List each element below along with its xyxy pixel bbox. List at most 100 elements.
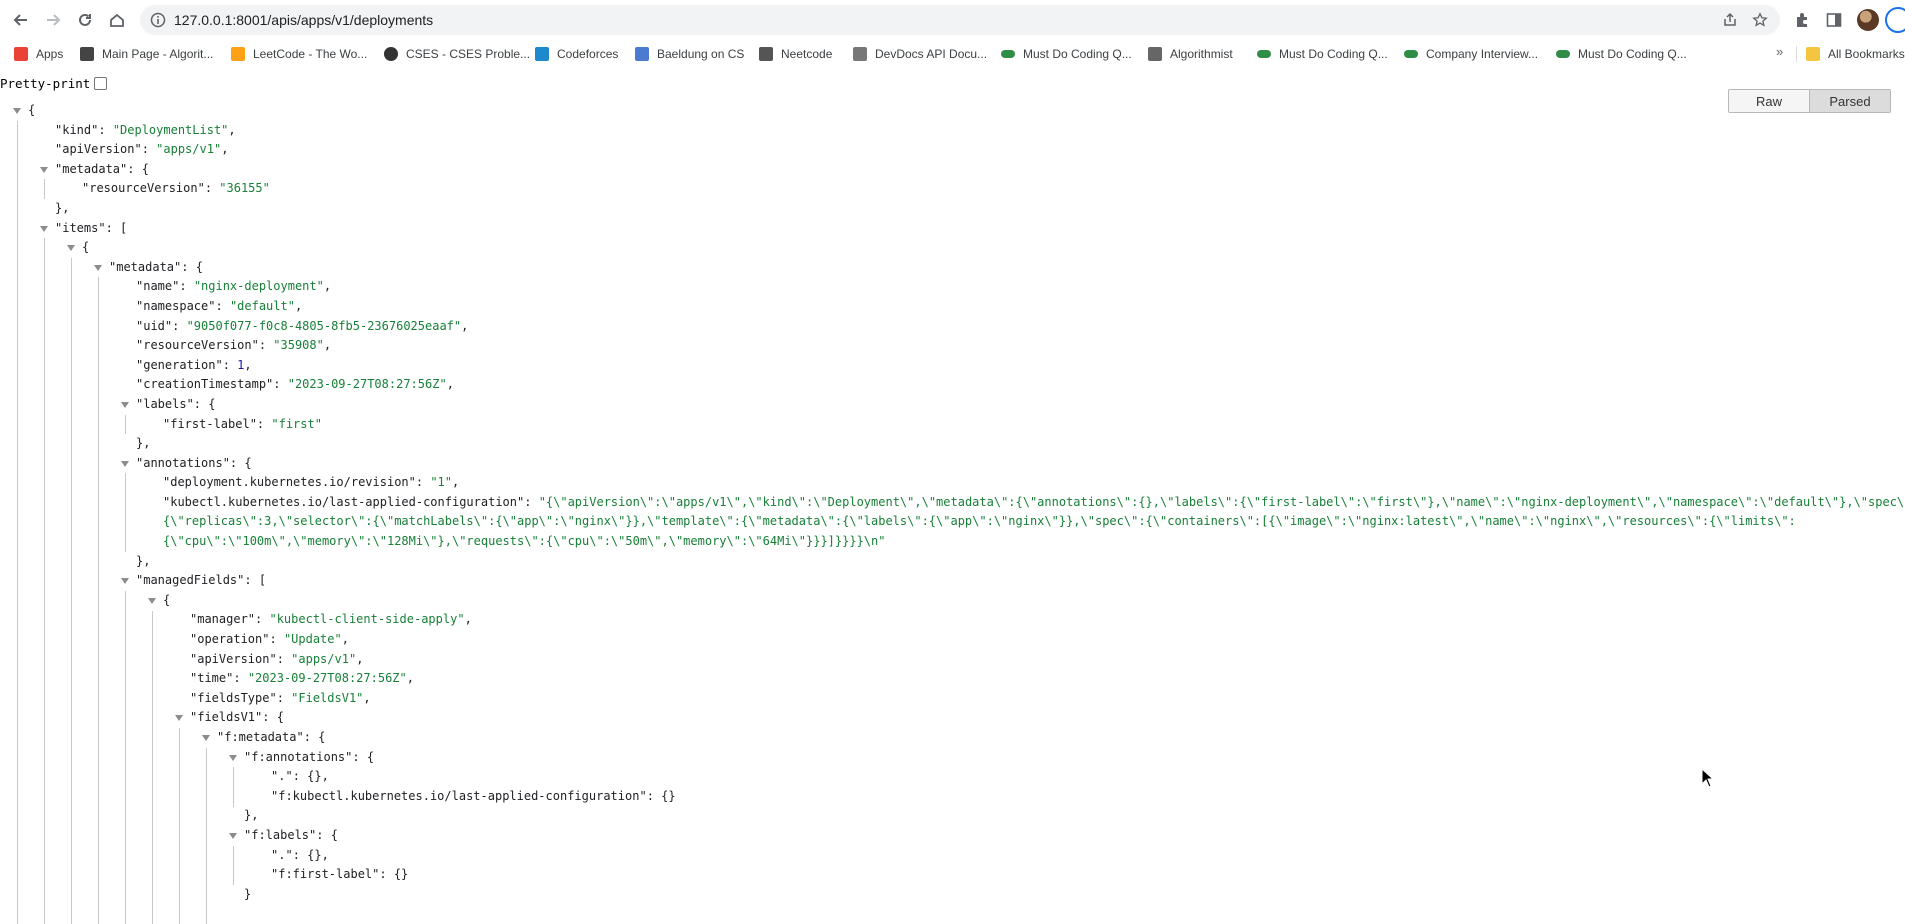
mouse-cursor-icon — [1701, 768, 1715, 788]
collapse-toggle-icon[interactable] — [202, 735, 210, 741]
json-colon: : — [276, 690, 292, 705]
json-line: {\"replicas\":3,\"selector\":{\"matchLab… — [0, 512, 1905, 532]
browser-menu-button[interactable] — [1885, 7, 1905, 33]
collapse-toggle-icon[interactable] — [121, 578, 129, 585]
collapse-toggle-icon[interactable] — [175, 715, 183, 722]
json-line-content: "f:metadata": { — [217, 728, 325, 748]
side-panel-icon[interactable] — [1825, 11, 1843, 29]
collapse-toggle-icon[interactable] — [13, 108, 21, 114]
collapse-toggle-icon[interactable] — [94, 264, 102, 271]
bookmark-item[interactable]: Codeforces — [535, 43, 618, 65]
json-line: "apiVersion": "apps/v1", — [0, 650, 1905, 670]
json-line-content: { — [163, 591, 170, 611]
indent-guide — [233, 845, 234, 885]
bookmark-item[interactable]: Apps — [14, 43, 63, 65]
collapse-toggle-icon[interactable] — [67, 245, 75, 252]
pretty-print-checkbox[interactable] — [94, 77, 108, 90]
json-line: { — [0, 591, 1905, 611]
json-value: "kubectl-client-side-apply" — [269, 612, 465, 627]
collapse-toggle-icon[interactable] — [40, 225, 48, 232]
gfg-icon — [1257, 50, 1271, 58]
collapse-toggle-icon[interactable] — [229, 754, 237, 761]
json-line: "time": "2023-09-27T08:27:56Z", — [0, 669, 1905, 689]
json-punctuation: { — [195, 259, 203, 274]
json-line-content: "time": "2023-09-27T08:27:56Z", — [190, 669, 414, 689]
json-line: }, — [0, 552, 1905, 572]
info-icon[interactable] — [150, 12, 166, 28]
json-line: "f:metadata": { — [0, 728, 1905, 748]
json-comma: , — [406, 671, 414, 686]
gfg-icon — [1404, 50, 1418, 58]
bookmark-item[interactable]: LeetCode - The Wo... — [231, 43, 367, 65]
profile-avatar[interactable] — [1857, 9, 1879, 31]
all-bookmarks-button[interactable]: All Bookmarks — [1806, 43, 1905, 65]
json-line: "f:labels": { — [0, 826, 1905, 846]
address-bar[interactable]: 127.0.0.1:8001/apis/apps/v1/deployments — [140, 5, 1780, 35]
json-colon: : — [292, 847, 308, 862]
indent-guide — [125, 473, 126, 552]
bookmark-item[interactable]: Must Do Coding Q... — [1257, 43, 1388, 65]
json-colon: : — [193, 396, 209, 411]
json-punctuation: }, — [244, 808, 259, 823]
json-comma: , — [323, 279, 332, 294]
json-value: "9050f077-f0c8-4805-8fb5-23676025eaaf" — [186, 318, 462, 333]
reload-button[interactable] — [72, 7, 98, 33]
home-icon — [110, 13, 124, 27]
json-punctuation: {}, — [307, 769, 329, 784]
json-line-content: "kind": "DeploymentList", — [55, 121, 236, 141]
json-value: "36155" — [219, 181, 270, 196]
json-key: "deployment.kubernetes.io/revision" — [163, 475, 416, 490]
bookmark-label: Main Page - Algorit... — [102, 47, 214, 61]
home-button[interactable] — [104, 7, 130, 33]
json-colon: : — [273, 377, 288, 392]
json-comma: , — [461, 318, 469, 333]
json-comma: , — [228, 122, 236, 137]
json-line: "labels": { — [0, 395, 1905, 415]
collapse-toggle-icon[interactable] — [40, 166, 48, 173]
bookmark-item[interactable]: DevDocs API Docu... — [853, 43, 987, 65]
bookmark-item[interactable]: Neetcode — [759, 43, 832, 65]
json-line-content: "f:labels": { — [244, 826, 338, 846]
json-line: "first-label": "first" — [0, 415, 1905, 435]
collapse-toggle-icon[interactable] — [229, 832, 237, 839]
baeldung-icon — [635, 47, 649, 61]
bookmark-item[interactable]: Must Do Coding Q... — [1556, 43, 1687, 65]
collapse-toggle-icon[interactable] — [121, 401, 129, 408]
forward-button[interactable] — [40, 7, 66, 33]
json-value: {\"replicas\":3,\"selector\":{\"matchLab… — [163, 514, 1796, 529]
json-line-content: "f:annotations": { — [244, 748, 374, 768]
json-value: "apps/v1" — [156, 142, 222, 157]
json-line-content: }, — [55, 199, 69, 219]
json-line: ".": {}, — [0, 846, 1905, 866]
collapse-toggle-icon[interactable] — [121, 460, 129, 467]
json-value: "35908" — [273, 338, 324, 353]
bookmark-item[interactable]: CSES - CSES Proble... — [384, 43, 530, 65]
gfg-icon — [1001, 50, 1015, 58]
collapse-toggle-icon[interactable] — [148, 597, 156, 604]
json-line-content: ".": {}, — [271, 846, 329, 866]
json-line-content: "namespace": "default", — [136, 297, 302, 317]
extensions-icon[interactable] — [1793, 11, 1811, 29]
json-tree: { "kind": "DeploymentList", "apiVersion": … — [0, 101, 1905, 924]
more-bookmarks-chevron-icon[interactable]: » — [1776, 44, 1783, 59]
json-comma: , — [363, 690, 371, 705]
bookmark-item[interactable]: Algorithmist — [1148, 43, 1233, 65]
star-icon[interactable] — [1752, 12, 1768, 28]
json-line-content: "metadata": { — [55, 160, 149, 180]
json-key: "kind" — [55, 122, 99, 137]
browser-toolbar: 127.0.0.1:8001/apis/apps/v1/deployments — [0, 0, 1905, 40]
bookmark-item[interactable]: Baeldung on CS — [635, 43, 744, 65]
json-punctuation: { — [330, 827, 338, 842]
bookmark-item[interactable]: Company Interview... — [1404, 43, 1538, 65]
share-icon[interactable] — [1722, 12, 1738, 28]
bookmark-item[interactable]: Main Page - Algorit... — [80, 43, 213, 65]
json-key: "manager" — [190, 612, 256, 627]
back-button[interactable] — [8, 7, 34, 33]
cses-icon — [384, 47, 398, 61]
json-key: "items" — [55, 220, 106, 235]
json-key: "." — [271, 769, 293, 784]
json-line: }, — [0, 806, 1905, 826]
json-colon: : — [179, 279, 194, 294]
bookmark-item[interactable]: Must Do Coding Q... — [1001, 43, 1132, 65]
json-line: "name": "nginx-deployment", — [0, 277, 1905, 297]
